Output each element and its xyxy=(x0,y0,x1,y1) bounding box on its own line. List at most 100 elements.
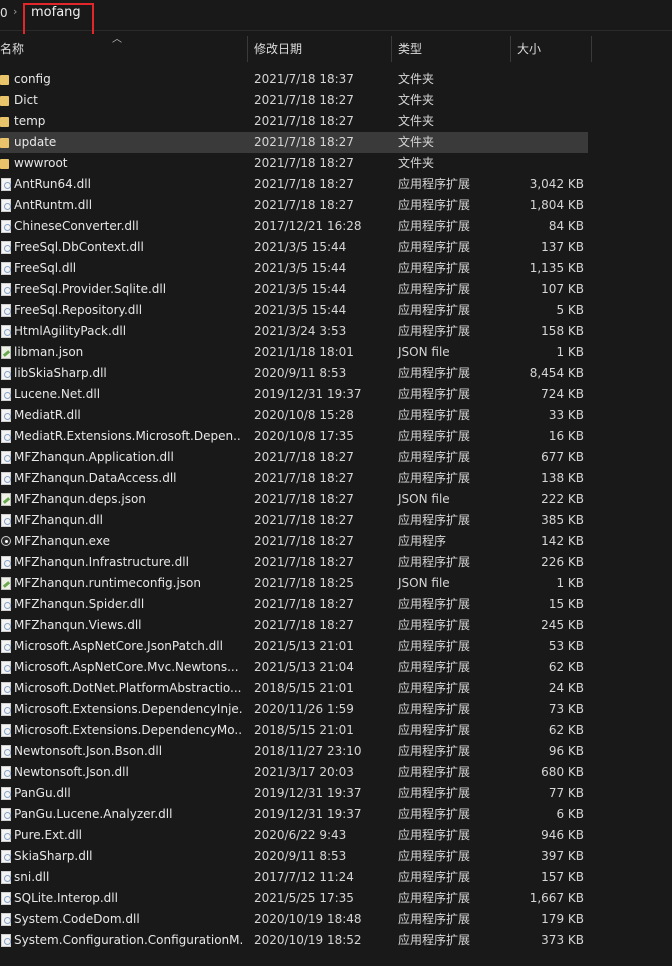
file-row[interactable]: SkiaSharp.dll 2020/9/11 8:53 应用程序扩展 397 KB xyxy=(0,846,672,867)
column-header-name[interactable]: 名称 xyxy=(0,34,24,64)
breadcrumb-chevron-icon[interactable]: › xyxy=(13,5,17,18)
file-name: MediatR.dll xyxy=(14,408,81,422)
file-row-selected[interactable]: update 2021/7/18 18:27 文件夹 xyxy=(0,132,588,153)
file-row[interactable]: Microsoft.AspNetCore.JsonPatch.dll 2021/5… xyxy=(0,636,672,657)
file-type: 文件夹 xyxy=(398,135,435,149)
file-row[interactable]: MFZhanqun.runtimeconfig.json 2021/7/18 18… xyxy=(0,573,672,594)
folder-icon xyxy=(0,138,9,148)
file-row[interactable]: MFZhanqun.Infrastructure.dll 2021/7/18 18… xyxy=(0,552,672,573)
file-row[interactable]: MediatR.dll 2020/10/8 15:28 应用程序扩展 33 KB xyxy=(0,405,672,426)
file-row[interactable]: Lucene.Net.dll 2019/12/31 19:37 应用程序扩展 724 … xyxy=(0,384,672,405)
file-name: sni.dll xyxy=(14,870,50,884)
file-row[interactable]: wwwroot 2021/7/18 18:27 文件夹 xyxy=(0,153,672,174)
file-modified-date: 2021/3/17 20:03 xyxy=(254,765,354,779)
file-row[interactable]: PanGu.Lucene.Analyzer.dll 2019/12/31 19:3… xyxy=(0,804,672,825)
dll-icon xyxy=(1,283,11,296)
file-row[interactable]: Pure.Ext.dll 2020/6/22 9:43 应用程序扩展 946 KB xyxy=(0,825,672,846)
file-row[interactable]: FreeSql.dll 2021/3/5 15:44 应用程序扩展 1,135 KB xyxy=(0,258,672,279)
file-row[interactable]: Newtonsoft.Json.Bson.dll 2018/11/27 23:10… xyxy=(0,741,672,762)
column-header-row: ︿ 名称 修改日期 类型 大小 xyxy=(0,34,672,64)
file-modified-date: 2019/12/31 19:37 xyxy=(254,387,362,401)
file-type: 应用程序扩展 xyxy=(398,408,471,422)
file-size: 33 KB xyxy=(548,408,584,422)
file-type: 应用程序扩展 xyxy=(398,387,471,401)
file-type: 应用程序扩展 xyxy=(398,555,471,569)
file-type: 应用程序扩展 xyxy=(398,639,471,653)
file-type: 应用程序扩展 xyxy=(398,807,471,821)
file-row[interactable]: FreeSql.DbContext.dll 2021/3/5 15:44 应用程序扩… xyxy=(0,237,672,258)
file-row[interactable]: temp 2021/7/18 18:27 文件夹 xyxy=(0,111,672,132)
file-row[interactable]: Microsoft.Extensions.DependencyInje... 20… xyxy=(0,699,672,720)
file-type: 应用程序扩展 xyxy=(398,198,471,212)
file-name: Microsoft.Extensions.DependencyMo... xyxy=(14,723,242,737)
file-type: 应用程序扩展 xyxy=(398,324,471,338)
file-row[interactable]: Microsoft.AspNetCore.Mvc.Newtons... 2021/… xyxy=(0,657,672,678)
file-row[interactable]: FreeSql.Provider.Sqlite.dll 2021/3/5 15:4… xyxy=(0,279,672,300)
file-name: wwwroot xyxy=(14,156,68,170)
file-name: MFZhanqun.Views.dll xyxy=(14,618,142,632)
file-name: Microsoft.AspNetCore.Mvc.Newtons... xyxy=(14,660,239,674)
file-size: 385 KB xyxy=(541,513,584,527)
file-name: HtmlAgilityPack.dll xyxy=(14,324,127,338)
column-resize-handle[interactable] xyxy=(391,36,392,62)
file-type: 文件夹 xyxy=(398,156,435,170)
file-name: Newtonsoft.Json.Bson.dll xyxy=(14,744,163,758)
file-row[interactable]: Microsoft.DotNet.PlatformAbstractio... 20… xyxy=(0,678,672,699)
file-modified-date: 2021/5/13 21:01 xyxy=(254,639,354,653)
file-modified-date: 2021/7/18 18:27 xyxy=(254,534,354,548)
file-row[interactable]: SQLite.Interop.dll 2021/5/25 17:35 应用程序扩展 1… xyxy=(0,888,672,909)
file-row[interactable]: config 2021/7/18 18:37 文件夹 xyxy=(0,69,672,90)
file-row[interactable]: libSkiaSharp.dll 2020/9/11 8:53 应用程序扩展 8,45… xyxy=(0,363,672,384)
file-row[interactable]: sni.dll 2017/7/12 11:24 应用程序扩展 157 KB xyxy=(0,867,672,888)
file-size: 16 KB xyxy=(548,429,584,443)
file-row[interactable]: Microsoft.Extensions.DependencyMo... 2018… xyxy=(0,720,672,741)
file-name: Microsoft.DotNet.PlatformAbstractio... xyxy=(14,681,242,695)
file-row[interactable]: MFZhanqun.Application.dll 2021/7/18 18:27… xyxy=(0,447,672,468)
breadcrumb-current-folder[interactable]: mofang xyxy=(31,5,81,20)
file-row[interactable]: Dict 2021/7/18 18:27 文件夹 xyxy=(0,90,672,111)
column-header-date[interactable]: 修改日期 xyxy=(254,34,302,64)
file-row[interactable]: MediatR.Extensions.Microsoft.Depen... 202… xyxy=(0,426,672,447)
breadcrumb-root[interactable]: 0 xyxy=(0,6,8,20)
file-row[interactable]: FreeSql.Repository.dll 2021/3/5 15:44 应用程序… xyxy=(0,300,672,321)
file-name: MFZhanqun.deps.json xyxy=(14,492,146,506)
dll-icon xyxy=(1,871,11,884)
dll-icon xyxy=(1,367,11,380)
dll-icon xyxy=(1,556,11,569)
file-row[interactable]: MFZhanqun.deps.json 2021/7/18 18:27 JSON f… xyxy=(0,489,672,510)
file-size: 1 KB xyxy=(556,576,584,590)
file-name: MFZhanqun.dll xyxy=(14,513,103,527)
file-size: 24 KB xyxy=(548,681,584,695)
file-name: Pure.Ext.dll xyxy=(14,828,82,842)
file-row[interactable]: MFZhanqun.DataAccess.dll 2021/7/18 18:27 应… xyxy=(0,468,672,489)
file-row[interactable]: System.Configuration.ConfigurationM... 20… xyxy=(0,930,672,951)
dll-icon xyxy=(1,325,11,338)
file-row[interactable]: MFZhanqun.dll 2021/7/18 18:27 应用程序扩展 385 KB xyxy=(0,510,672,531)
address-bar[interactable]: 0 › mofang xyxy=(0,0,672,31)
file-row[interactable]: HtmlAgilityPack.dll 2021/3/24 3:53 应用程序扩展 1… xyxy=(0,321,672,342)
column-resize-handle[interactable] xyxy=(510,36,511,62)
file-modified-date: 2017/12/21 16:28 xyxy=(254,219,362,233)
column-header-type[interactable]: 类型 xyxy=(398,34,422,64)
file-row[interactable]: ChineseConverter.dll 2017/12/21 16:28 应用程序… xyxy=(0,216,672,237)
file-row[interactable]: AntRuntm.dll 2021/7/18 18:27 应用程序扩展 1,804 K… xyxy=(0,195,672,216)
file-size: 62 KB xyxy=(548,723,584,737)
file-size: 226 KB xyxy=(541,555,584,569)
file-row[interactable]: AntRun64.dll 2021/7/18 18:27 应用程序扩展 3,042 K… xyxy=(0,174,672,195)
file-size: 724 KB xyxy=(541,387,584,401)
file-row[interactable]: MFZhanqun.exe 2021/7/18 18:27 应用程序 142 KB xyxy=(0,531,672,552)
file-name: AntRun64.dll xyxy=(14,177,91,191)
column-header-size[interactable]: 大小 xyxy=(517,34,541,64)
file-row[interactable]: MFZhanqun.Spider.dll 2021/7/18 18:27 应用程序扩… xyxy=(0,594,672,615)
json-file-icon xyxy=(1,577,11,590)
column-resize-handle[interactable] xyxy=(247,36,248,62)
file-row[interactable]: Newtonsoft.Json.dll 2021/3/17 20:03 应用程序扩展… xyxy=(0,762,672,783)
folder-icon xyxy=(0,96,9,106)
file-row[interactable]: System.CodeDom.dll 2020/10/19 18:48 应用程序扩展… xyxy=(0,909,672,930)
file-type: 应用程序扩展 xyxy=(398,471,471,485)
file-row[interactable]: MFZhanqun.Views.dll 2021/7/18 18:27 应用程序扩展… xyxy=(0,615,672,636)
column-resize-handle[interactable] xyxy=(591,36,592,62)
file-row[interactable]: libman.json 2021/1/18 18:01 JSON file 1 KB xyxy=(0,342,672,363)
file-name: Dict xyxy=(14,93,38,107)
file-row[interactable]: PanGu.dll 2019/12/31 19:37 应用程序扩展 77 KB xyxy=(0,783,672,804)
